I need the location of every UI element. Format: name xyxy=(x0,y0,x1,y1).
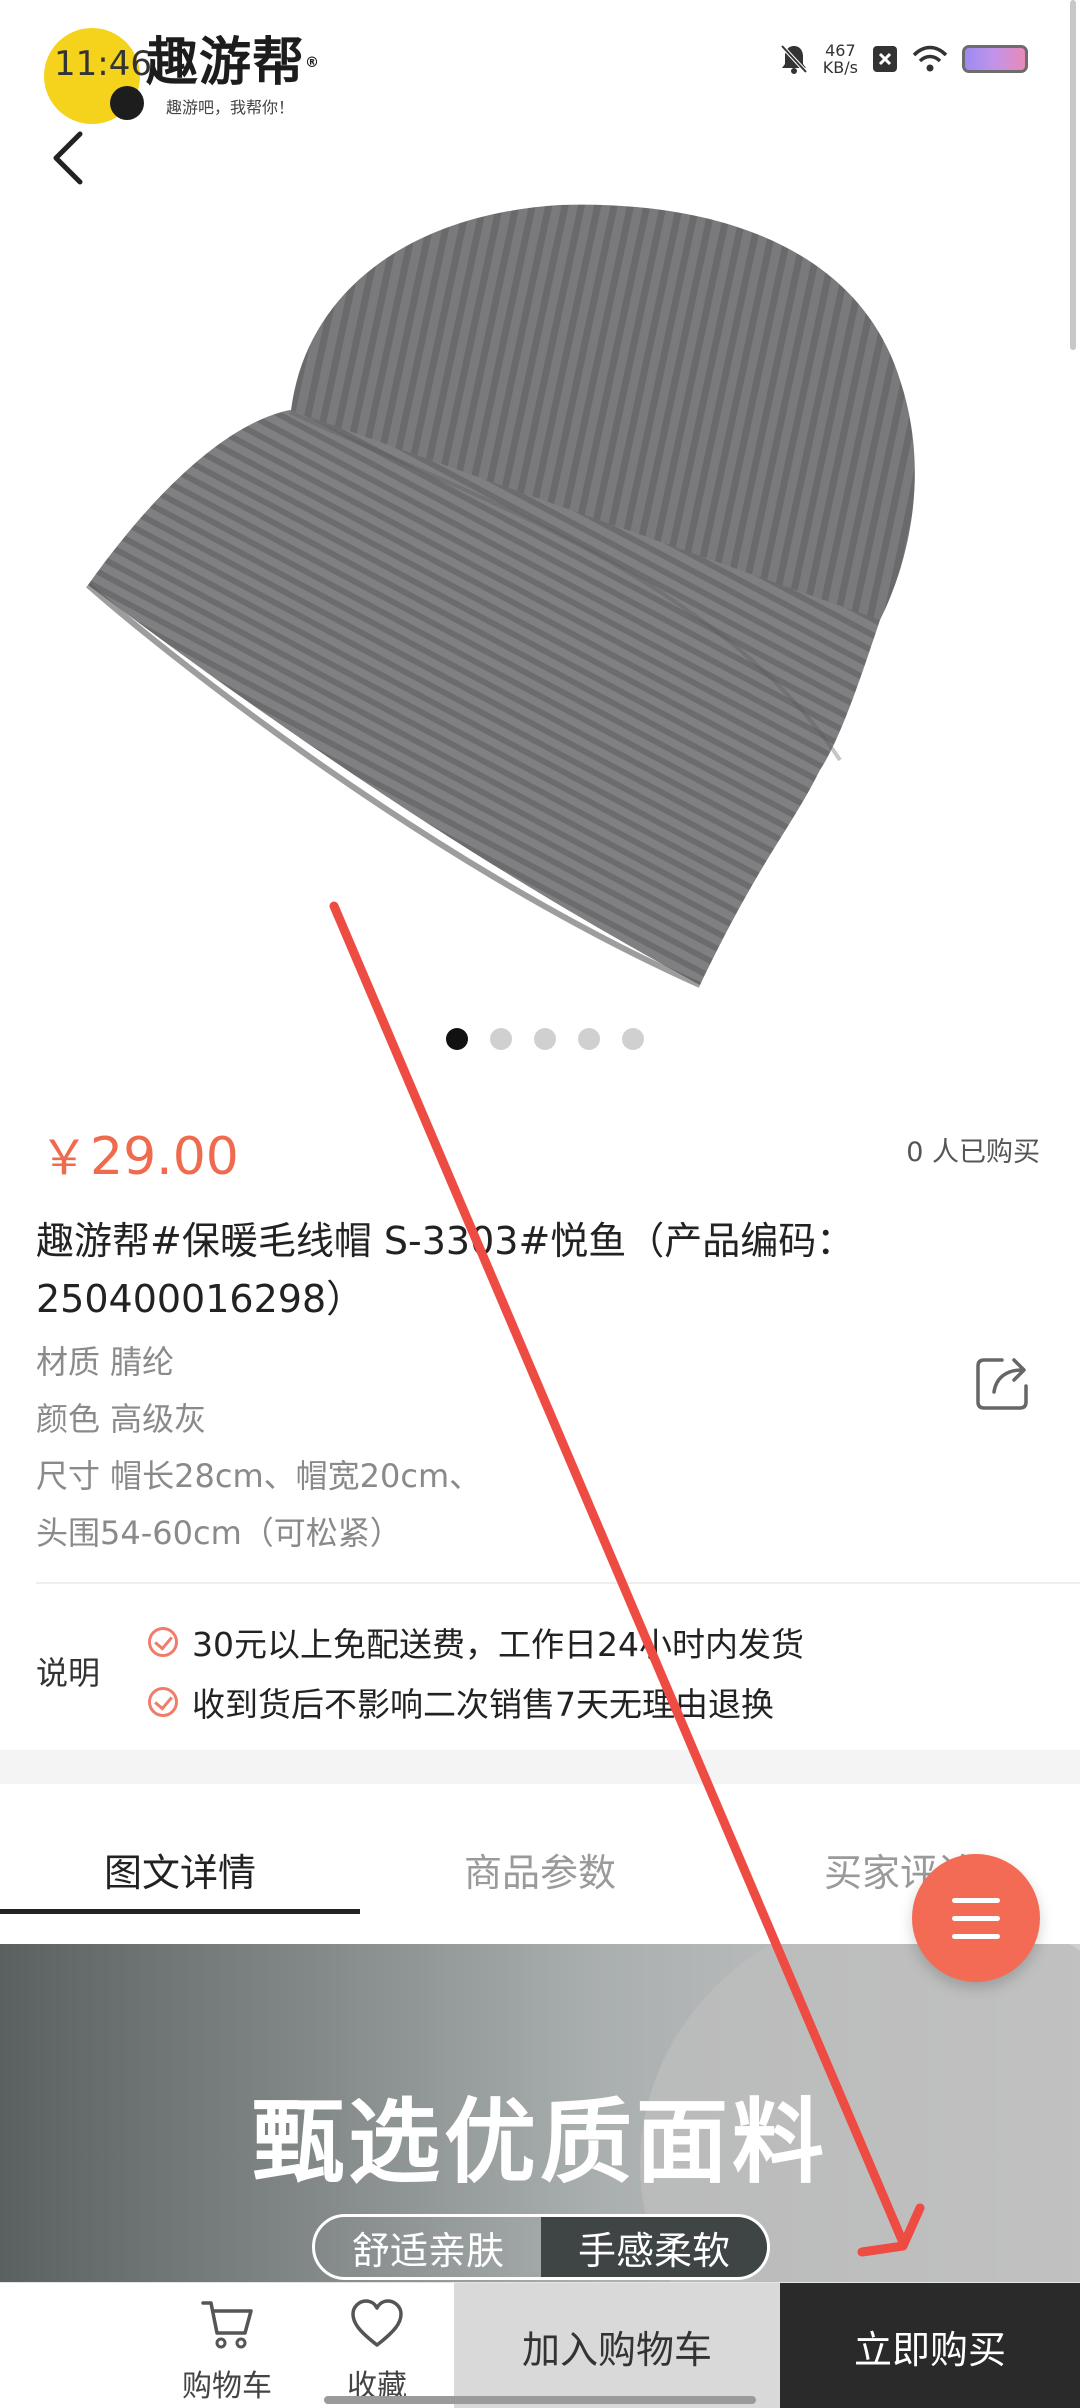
share-icon[interactable] xyxy=(972,1350,1036,1414)
section-gap xyxy=(0,1750,1080,1784)
description-label: 说明 xyxy=(36,1654,101,1692)
network-speed-value: 467 xyxy=(825,41,856,60)
spec-head-size: 头围54-60cm（可松紧） xyxy=(36,1514,402,1552)
logo-slogan: 趣游吧，我帮你！ xyxy=(166,98,295,117)
status-icons: 467 KB/s xyxy=(779,42,1028,76)
buy-now-button[interactable]: 立即购买 xyxy=(780,2283,1080,2408)
description-item: 30元以上免配送费，工作日24小时内发货 xyxy=(148,1612,804,1672)
wifi-icon xyxy=(912,45,948,72)
banner-tags: 舒适亲肤 手感柔软 xyxy=(312,2214,770,2280)
product-specs: 材质 腈纶 颜色 高级灰 尺寸 帽长28cm、帽宽20cm、 头围54-60cm… xyxy=(36,1334,481,1562)
spec-size: 尺寸 帽长28cm、帽宽20cm、 xyxy=(36,1457,482,1495)
battery-icon xyxy=(962,45,1028,73)
product-detail-page: 趣游帮® 趣游吧，我帮你！ 11:46 467 KB/s ￥29.00 0 人已… xyxy=(0,0,1080,2408)
network-speed-unit: KB/s xyxy=(822,58,858,77)
cart-button[interactable]: 购物车 xyxy=(172,2297,282,2405)
logo-title: 趣游帮 xyxy=(146,33,306,93)
cart-icon xyxy=(201,2301,253,2349)
carousel-indicator xyxy=(0,1028,1080,1050)
registered-mark: ® xyxy=(305,55,321,71)
product-image-carousel[interactable] xyxy=(0,0,1080,1085)
page-scrollbar[interactable] xyxy=(1070,0,1076,350)
carousel-dot[interactable] xyxy=(534,1028,556,1050)
add-to-cart-button[interactable]: 加入购物车 xyxy=(454,2283,780,2408)
price-value: 29.00 xyxy=(90,1127,239,1187)
floating-menu-button[interactable] xyxy=(912,1854,1040,1982)
description-item: 收到货后不影响二次销售7天无理由退换 xyxy=(148,1672,804,1732)
carousel-dot[interactable] xyxy=(578,1028,600,1050)
product-price: ￥29.00 xyxy=(40,1118,239,1188)
carousel-dot[interactable] xyxy=(490,1028,512,1050)
banner-tag: 舒适亲肤 xyxy=(351,2228,504,2273)
currency-symbol: ￥ xyxy=(40,1130,89,1186)
description-list: 30元以上免配送费，工作日24小时内发货 收到货后不影响二次销售7天无理由退换 xyxy=(148,1612,804,1732)
check-circle-icon xyxy=(148,1687,178,1717)
description-item-text: 收到货后不影响二次销售7天无理由退换 xyxy=(192,1685,774,1724)
menu-icon xyxy=(952,1898,1000,1903)
banner-title: 甄选优质面料 xyxy=(251,2089,828,2196)
status-time: 11:46 xyxy=(54,44,152,84)
sold-count: 0 人已购买 xyxy=(906,1137,1040,1168)
beanie-hat-image xyxy=(86,204,915,988)
tab-params[interactable]: 商品参数 xyxy=(360,1784,720,1914)
back-icon[interactable] xyxy=(42,128,92,188)
description-item-text: 30元以上免配送费，工作日24小时内发货 xyxy=(192,1625,804,1664)
heart-icon xyxy=(351,2299,403,2347)
carousel-dot[interactable] xyxy=(446,1028,468,1050)
banner-tag: 手感柔软 xyxy=(541,2217,767,2277)
network-speed: 467 KB/s xyxy=(823,42,858,76)
home-indicator[interactable] xyxy=(324,2396,756,2404)
bottom-action-bar: 购物车 收藏 加入购物车 立即购买 xyxy=(0,2282,1080,2408)
spec-color: 颜色 高级灰 xyxy=(36,1400,207,1438)
detail-banner: 甄选优质面料 舒适亲肤 手感柔软 xyxy=(0,1944,1080,2284)
cart-label: 购物车 xyxy=(182,2369,272,2404)
sim-disabled-icon xyxy=(873,46,897,72)
notification-mute-icon xyxy=(780,44,808,74)
section-divider xyxy=(36,1582,1080,1584)
check-circle-icon xyxy=(148,1627,178,1657)
spec-material: 材质 腈纶 xyxy=(36,1343,175,1381)
product-title: 趣游帮#保暖毛线帽 S-3303#悦鱼（产品编码：250400016298） xyxy=(36,1219,855,1321)
favorite-button[interactable]: 收藏 xyxy=(322,2297,432,2405)
tab-details[interactable]: 图文详情 xyxy=(0,1784,360,1914)
carousel-dot[interactable] xyxy=(622,1028,644,1050)
